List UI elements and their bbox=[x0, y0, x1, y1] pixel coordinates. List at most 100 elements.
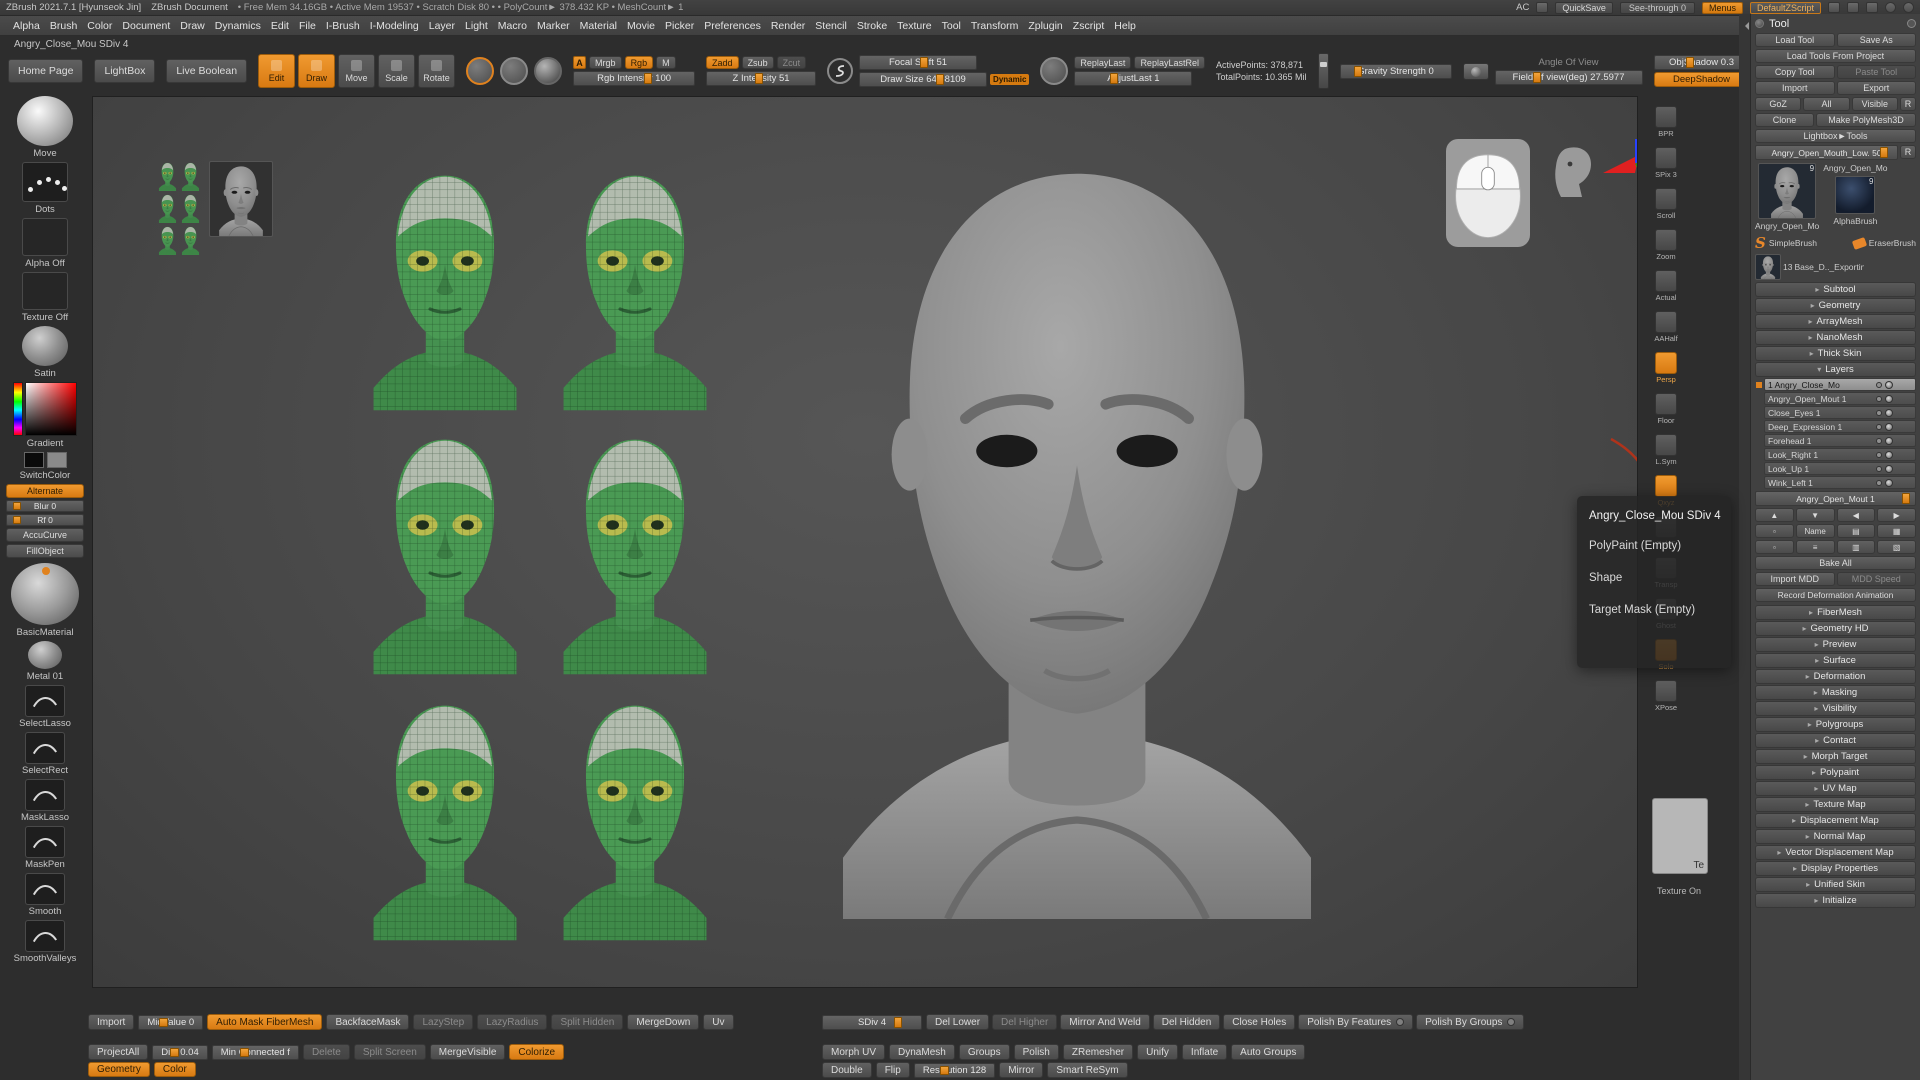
layer-move-arrow-button[interactable]: ◀ bbox=[1837, 508, 1876, 522]
alternate-button[interactable]: Alternate bbox=[6, 484, 84, 498]
layer-row[interactable]: Close_Eyes 1 bbox=[1764, 406, 1916, 419]
session-icon[interactable] bbox=[1536, 2, 1548, 13]
mode-button[interactable]: Scale bbox=[378, 54, 415, 88]
layer-visibility-icon[interactable] bbox=[1885, 479, 1893, 487]
mode-button[interactable]: Rotate bbox=[418, 54, 455, 88]
geometry-button[interactable]: Mirror And Weld bbox=[1060, 1014, 1150, 1030]
rf-slider[interactable]: Rf 0 bbox=[6, 514, 84, 526]
layer-intensity-dot[interactable] bbox=[1876, 424, 1882, 430]
channel-button[interactable]: Rgb bbox=[625, 56, 654, 69]
menu-item[interactable]: Help bbox=[1109, 20, 1141, 32]
geometry-button[interactable]: DynaMesh bbox=[889, 1044, 955, 1060]
layer-visibility-icon[interactable] bbox=[1885, 409, 1893, 417]
layer-row[interactable]: Forehead 1 bbox=[1764, 434, 1916, 447]
layer-visibility-icon[interactable] bbox=[1885, 465, 1893, 473]
viewport-toggle[interactable]: AAHalf bbox=[1654, 311, 1677, 343]
paste-tool-button[interactable]: Paste Tool bbox=[1837, 65, 1917, 79]
goz-visible-button[interactable]: Visible bbox=[1852, 97, 1898, 111]
z-channel-button[interactable]: Zcut bbox=[777, 56, 807, 69]
layer-row[interactable]: Look_Right 1 bbox=[1764, 448, 1916, 461]
home-page-button[interactable]: Home Page bbox=[8, 59, 83, 83]
layer-tool-button[interactable]: Name bbox=[1796, 524, 1835, 538]
palette-tab[interactable]: Color bbox=[154, 1062, 196, 1077]
mode-button[interactable]: Edit bbox=[258, 54, 295, 88]
layer-row[interactable]: Wink_Left 1 bbox=[1764, 476, 1916, 489]
context-menu-item[interactable]: PolyPaint (Empty) bbox=[1577, 530, 1731, 562]
menu-item[interactable]: Render bbox=[766, 20, 810, 32]
bottom-button[interactable]: Split Hidden bbox=[551, 1014, 623, 1030]
geometry-button[interactable]: Double bbox=[822, 1062, 872, 1078]
simple-brush-item[interactable]: S SimpleBrush bbox=[1755, 234, 1817, 252]
goz-all-button[interactable]: All bbox=[1803, 97, 1849, 111]
dynamic-badge[interactable]: Dynamic bbox=[990, 74, 1029, 85]
menu-item[interactable]: I-Brush bbox=[321, 20, 365, 32]
mode-button[interactable]: Move bbox=[338, 54, 375, 88]
palette-section[interactable]: Polygroups bbox=[1755, 717, 1916, 732]
layer-tool-button[interactable]: ▤ bbox=[1837, 524, 1876, 538]
geometry-button[interactable]: Inflate bbox=[1182, 1044, 1227, 1060]
context-menu-item[interactable]: Target Mask (Empty) bbox=[1577, 594, 1731, 626]
viewport-toggle[interactable]: Zoom bbox=[1655, 229, 1677, 261]
menu-item[interactable]: I-Modeling bbox=[365, 20, 424, 32]
default-zscript-button[interactable]: DefaultZScript bbox=[1750, 2, 1821, 14]
mdd-speed-button[interactable]: MDD Speed bbox=[1837, 572, 1917, 586]
layer-tool-button[interactable]: ▫ bbox=[1755, 540, 1794, 554]
lightbox-button[interactable]: LightBox bbox=[94, 59, 155, 83]
viewport-toggle[interactable]: Persp bbox=[1655, 352, 1677, 384]
texture-thumbnail[interactable] bbox=[22, 272, 68, 310]
palette-section[interactable]: Surface bbox=[1755, 653, 1916, 668]
replay-last-button[interactable]: ReplayLast bbox=[1074, 56, 1131, 69]
geometry-button[interactable]: Polish By Groups bbox=[1416, 1014, 1524, 1030]
bottom-button[interactable]: Dist 0.04 bbox=[152, 1045, 208, 1060]
adjust-last-slider[interactable]: AdjustLast 1 bbox=[1074, 71, 1192, 86]
layer-visibility-icon[interactable] bbox=[1885, 395, 1893, 403]
theme-circle-icon[interactable] bbox=[1885, 2, 1896, 13]
menus-button[interactable]: Menus bbox=[1702, 2, 1743, 14]
focal-shift-slider[interactable]: Focal Shift 51 bbox=[859, 55, 977, 70]
palette-icon[interactable] bbox=[1866, 2, 1878, 13]
alpha-thumbnail[interactable] bbox=[22, 218, 68, 256]
layer-move-arrow-button[interactable]: ▶ bbox=[1877, 508, 1916, 522]
brush-preset-thumbnail[interactable] bbox=[25, 873, 65, 905]
save-as-button[interactable]: Save As bbox=[1837, 33, 1917, 47]
palette-section[interactable]: UV Map bbox=[1755, 781, 1916, 796]
layer-move-arrow-button[interactable]: ▲ bbox=[1755, 508, 1794, 522]
mode-button[interactable]: Draw bbox=[298, 54, 335, 88]
layer-intensity-dot[interactable] bbox=[1876, 438, 1882, 444]
material-sphere-icon[interactable] bbox=[534, 57, 562, 85]
menu-item[interactable]: Light bbox=[460, 20, 493, 32]
geometry-button[interactable]: Smart ReSym bbox=[1047, 1062, 1127, 1078]
replay-icon[interactable] bbox=[1040, 57, 1068, 85]
menu-item[interactable]: Stroke bbox=[852, 20, 892, 32]
base-tool-thumbnail[interactable] bbox=[1755, 254, 1781, 280]
palette-section[interactable]: NanoMesh bbox=[1755, 330, 1916, 345]
menu-item[interactable]: File bbox=[294, 20, 321, 32]
texture-flyout-panel[interactable]: Te bbox=[1652, 798, 1708, 874]
geometry-button[interactable]: ZRemesher bbox=[1063, 1044, 1133, 1060]
bottom-button[interactable]: Auto Mask FiberMesh bbox=[207, 1014, 322, 1030]
sculpt-head[interactable] bbox=[807, 127, 1347, 919]
brush-preset-thumbnail[interactable] bbox=[25, 779, 65, 811]
switch-color-swatches[interactable] bbox=[24, 452, 67, 468]
layer-intensity-dot[interactable] bbox=[1876, 452, 1882, 458]
panel-divider[interactable] bbox=[1739, 14, 1750, 1080]
geometry-button[interactable]: Del Hidden bbox=[1153, 1014, 1220, 1030]
bottom-button[interactable]: Import bbox=[88, 1014, 134, 1030]
z-channel-button[interactable]: Zadd bbox=[706, 56, 739, 69]
morph-thumbnails[interactable] bbox=[157, 161, 273, 255]
palette-section[interactable]: Deformation bbox=[1755, 669, 1916, 684]
layer-move-arrow-button[interactable]: ▼ bbox=[1796, 508, 1835, 522]
viewport-toggle[interactable]: Floor bbox=[1655, 393, 1677, 425]
basic-material-sphere[interactable] bbox=[11, 563, 79, 625]
live-boolean-button[interactable]: Live Boolean bbox=[166, 59, 247, 83]
z-channel-button[interactable]: Zsub bbox=[742, 56, 774, 69]
viewport-toggle[interactable]: Scroll bbox=[1655, 188, 1677, 220]
bottom-button[interactable]: Uv bbox=[703, 1014, 733, 1030]
bottom-button[interactable]: MergeDown bbox=[627, 1014, 699, 1030]
stroke-thumbnail[interactable] bbox=[22, 162, 68, 202]
layer-intensity-dot[interactable] bbox=[1876, 410, 1882, 416]
goz-button[interactable]: GoZ bbox=[1755, 97, 1801, 111]
geometry-button[interactable]: Flip bbox=[876, 1062, 910, 1078]
color-picker[interactable] bbox=[13, 382, 77, 436]
make-polymesh3d-button[interactable]: Make PolyMesh3D bbox=[1816, 113, 1916, 127]
